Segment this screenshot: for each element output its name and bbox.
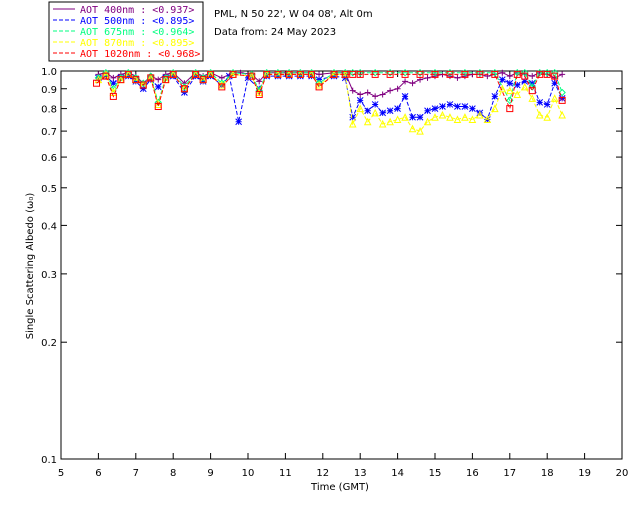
data-point xyxy=(491,104,499,113)
series-3 xyxy=(94,68,566,107)
chart-canvas: AOT 400nm : <0.937>AOT 500nm : <0.895>AO… xyxy=(25,1,628,493)
data-point xyxy=(446,113,454,121)
legend-label: AOT 500nm : <0.895> xyxy=(80,16,194,27)
y-tick-label: 0.1 xyxy=(41,455,57,466)
y-tick-label: 0.3 xyxy=(41,270,57,281)
data-point xyxy=(110,74,117,81)
data-point xyxy=(364,89,371,96)
x-tick-label: 19 xyxy=(578,468,591,479)
data-point xyxy=(431,105,439,112)
data-point xyxy=(536,99,544,106)
data-point xyxy=(371,101,379,108)
data-point xyxy=(401,93,409,100)
x-tick-label: 5 xyxy=(58,468,64,479)
data-point xyxy=(394,105,401,112)
x-tick-label: 12 xyxy=(316,468,329,479)
series-layer xyxy=(93,68,566,135)
data-point xyxy=(491,93,499,100)
legend-label: AOT 1020nm : <0.968> xyxy=(80,49,200,60)
x-tick-label: 20 xyxy=(616,468,629,479)
data-point xyxy=(520,82,529,91)
y-tick-label: 0.6 xyxy=(41,153,57,164)
x-tick-label: 17 xyxy=(503,468,516,479)
data-point xyxy=(558,110,566,119)
axis-ticks: 5 6 7 8 9 10 11 12 13 14 15 16 17 18 19 20 0.1 0.2 0.3 0.4 0… xyxy=(41,67,628,479)
legend-label: AOT 400nm : <0.937> xyxy=(80,5,194,16)
x-tick-label: 9 xyxy=(207,468,213,479)
x-tick-label: 15 xyxy=(429,468,442,479)
y-tick-label: 0.4 xyxy=(41,221,57,232)
data-point xyxy=(543,101,551,108)
data-point xyxy=(423,117,432,126)
data-point xyxy=(409,80,416,87)
data-point xyxy=(469,105,476,112)
x-tick-label: 16 xyxy=(466,468,479,479)
data-point xyxy=(154,83,162,91)
x-tick-label: 7 xyxy=(133,468,139,479)
legend-label: AOT 675nm : <0.964> xyxy=(80,27,194,38)
data-point xyxy=(357,91,364,98)
legend-label: AOT 870nm : <0.895> xyxy=(80,38,194,49)
data-point xyxy=(559,71,566,78)
data-point xyxy=(372,93,379,100)
date-label: Data from: 24 May 2023 xyxy=(214,27,336,38)
data-point xyxy=(439,103,446,110)
x-tick-label: 14 xyxy=(391,468,404,479)
y-tick-label: 0.9 xyxy=(41,85,57,96)
data-point xyxy=(461,103,469,110)
data-point xyxy=(387,87,394,94)
data-point xyxy=(529,73,536,80)
data-point xyxy=(506,79,514,87)
x-tick-label: 18 xyxy=(541,468,554,479)
data-point xyxy=(550,94,559,102)
data-point xyxy=(528,87,536,95)
plot-area xyxy=(60,70,623,460)
data-point xyxy=(356,97,364,104)
x-tick-label: 8 xyxy=(170,468,176,479)
data-point xyxy=(416,113,424,121)
y-tick-label: 0.2 xyxy=(41,338,57,349)
data-point xyxy=(506,73,513,80)
x-tick-label: 11 xyxy=(279,468,292,479)
y-tick-label: 0.7 xyxy=(41,127,57,138)
site-label: PML, N 50 22', W 04 08', Alt 0m xyxy=(214,9,373,20)
data-point xyxy=(379,91,386,98)
data-point xyxy=(393,115,402,123)
data-point xyxy=(316,71,323,78)
data-point xyxy=(371,108,379,117)
data-point xyxy=(235,118,243,126)
x-tick-label: 10 xyxy=(242,468,255,479)
y-tick-label: 1.0 xyxy=(41,67,57,78)
data-point xyxy=(424,107,431,115)
data-point xyxy=(379,109,386,117)
data-point xyxy=(409,113,416,121)
data-point xyxy=(558,95,566,102)
x-tick-label: 13 xyxy=(354,468,367,479)
data-point xyxy=(446,101,454,108)
x-tick-label: 6 xyxy=(95,468,101,479)
data-point xyxy=(424,74,431,81)
data-point xyxy=(454,74,461,81)
x-axis-title: Time (GMT) xyxy=(310,482,369,493)
data-point xyxy=(454,103,461,110)
data-point xyxy=(349,87,356,94)
data-point xyxy=(364,107,372,115)
y-tick-label: 0.8 xyxy=(41,105,57,116)
y-tick-label: 0.5 xyxy=(41,184,57,195)
y-axis-title: Single Scattering Albedo (ω₀) xyxy=(25,193,36,340)
data-point xyxy=(386,107,394,115)
